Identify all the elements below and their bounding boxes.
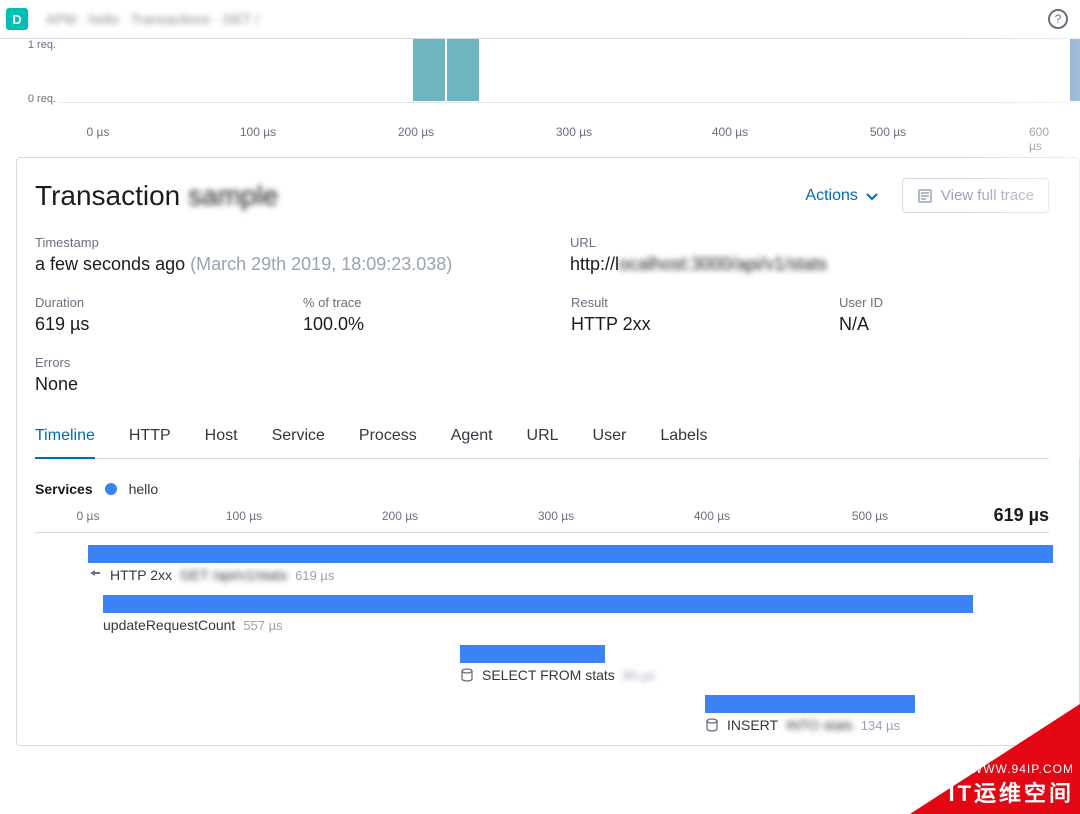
service-color-dot	[105, 483, 117, 495]
services-legend: Services hello	[35, 481, 1049, 497]
tab-timeline[interactable]: Timeline	[35, 415, 95, 459]
meta-user: User ID N/A	[839, 295, 883, 335]
tab-service[interactable]: Service	[272, 415, 325, 458]
topbar: D APM · hello · Transactions · GET / ?	[0, 0, 1080, 39]
span-bar[interactable]	[88, 545, 1053, 563]
document-icon	[917, 188, 933, 204]
y-tick-0: 0 req.	[0, 93, 56, 105]
tab-process[interactable]: Process	[359, 415, 417, 458]
watermark-text: WWW.94IP.COM IT运维空间	[948, 762, 1074, 808]
histogram-bar[interactable]	[1070, 39, 1080, 101]
tab-host[interactable]: Host	[205, 415, 238, 458]
meta-url: URL http://localhost:3000/api/v1/stats	[570, 235, 827, 275]
span-bar[interactable]	[705, 695, 915, 713]
span-label: INSERT INTO stats 134 µs	[705, 717, 900, 733]
span-label: HTTP 2xx GET /api/v1/stats 619 µs	[88, 567, 334, 583]
tab-url[interactable]: URL	[527, 415, 559, 458]
tab-http[interactable]: HTTP	[129, 415, 171, 458]
latency-histogram: 1 req. 0 req. 0 µs 100 µs 200 µs 300 µs …	[0, 39, 1080, 139]
timeline-body: HTTP 2xx GET /api/v1/stats 619 µs update…	[35, 533, 1049, 745]
meta-row-1: Timestamp a few seconds ago (March 29th …	[35, 235, 1049, 275]
actions-dropdown[interactable]: Actions	[805, 187, 877, 205]
span-bar[interactable]	[103, 595, 973, 613]
meta-pct: % of trace 100.0%	[303, 295, 571, 335]
meta-result: Result HTTP 2xx	[571, 295, 839, 335]
breadcrumb[interactable]: APM · hello · Transactions · GET /	[46, 11, 1048, 27]
span-row[interactable]: SELECT FROM stats 90 µs	[35, 645, 1049, 695]
tab-user[interactable]: User	[593, 415, 627, 458]
timeline-total: 619 µs	[994, 505, 1049, 526]
tab-labels[interactable]: Labels	[660, 415, 707, 458]
transaction-icon	[88, 568, 102, 582]
histogram-bar[interactable]	[413, 39, 445, 101]
meta-timestamp: Timestamp a few seconds ago (March 29th …	[35, 235, 570, 275]
histogram-bars	[60, 39, 1080, 101]
app-logo[interactable]: D	[6, 8, 28, 30]
help-icon[interactable]: ?	[1048, 9, 1068, 29]
view-full-trace-button[interactable]: View full trace	[902, 178, 1049, 213]
meta-row-2: Duration 619 µs % of trace 100.0% Result…	[35, 295, 1049, 335]
database-icon	[705, 718, 719, 732]
span-row[interactable]: INSERT INTO stats 134 µs	[35, 695, 1049, 745]
transaction-panel: Transaction sample Actions View full tra…	[16, 157, 1080, 746]
span-row[interactable]: updateRequestCount 557 µs	[35, 595, 1049, 645]
panel-header: Transaction sample Actions View full tra…	[35, 178, 1049, 213]
timeline-axis: 0 µs 100 µs 200 µs 300 µs 400 µs 500 µs …	[35, 507, 1049, 533]
meta-duration: Duration 619 µs	[35, 295, 303, 335]
tab-agent[interactable]: Agent	[451, 415, 493, 458]
span-row[interactable]: HTTP 2xx GET /api/v1/stats 619 µs	[35, 545, 1049, 595]
span-bar[interactable]	[460, 645, 605, 663]
axis-line	[60, 102, 1080, 103]
detail-tabs: Timeline HTTP Host Service Process Agent…	[35, 415, 1049, 459]
panel-title: Transaction sample	[35, 180, 278, 212]
histogram-bar[interactable]	[447, 39, 479, 101]
meta-errors: Errors None	[35, 355, 78, 395]
meta-row-3: Errors None	[35, 355, 1049, 395]
span-label: SELECT FROM stats 90 µs	[460, 667, 655, 683]
y-tick-1: 1 req.	[0, 39, 56, 51]
database-icon	[460, 668, 474, 682]
chevron-down-icon	[866, 190, 878, 202]
span-label: updateRequestCount 557 µs	[103, 617, 283, 633]
